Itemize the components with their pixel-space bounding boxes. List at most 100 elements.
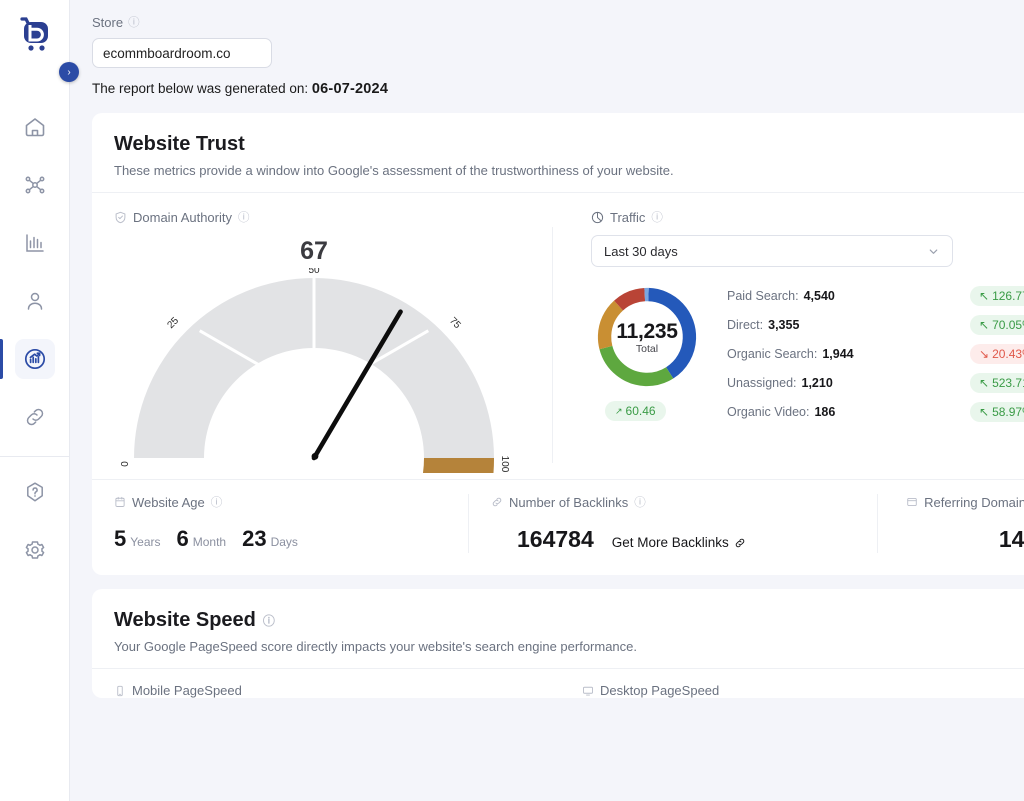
shield-check-icon xyxy=(114,211,127,224)
info-icon[interactable]: ⓘ xyxy=(211,494,223,510)
referring-domains-label-text: Referring Domains xyxy=(924,494,1024,510)
traffic-body: 11,235 Total ↗ 60.46 Paid Search: 4,540 … xyxy=(591,281,1024,426)
sidebar-item-network[interactable] xyxy=(0,156,69,214)
referring-domains-cell: Referring Domains ⓘ 1467 xyxy=(878,494,1024,553)
backlinks-values: 164784 Get More Backlinks xyxy=(491,526,855,553)
website-age-years-unit: Years xyxy=(130,535,161,549)
report-generated-line: The report below was generated on: 06-07… xyxy=(92,81,1024,97)
get-more-backlinks-link[interactable]: Get More Backlinks xyxy=(612,535,746,550)
domain-authority-value: 67 xyxy=(300,237,328,265)
backlinks-label: Number of Backlinks ⓘ xyxy=(491,494,855,510)
traffic-panel: Traffic ⓘ Last 30 days 11,235 Total ↗ 60… xyxy=(563,209,1024,473)
website-age-years: 5 xyxy=(114,526,127,551)
get-more-backlinks-label: Get More Backlinks xyxy=(611,535,729,550)
arrow-up-icon: ↖ xyxy=(979,404,990,419)
list-item: Unassigned: 1,210 ↖ 523.71% xyxy=(727,368,1024,397)
traffic-total-label: Total xyxy=(635,342,659,355)
trust-body: Domain Authority ⓘ 67 0 25 50 75 100 Tra… xyxy=(92,193,1024,479)
info-icon[interactable]: ⓘ xyxy=(238,209,250,225)
traffic-row-name: Unassigned: xyxy=(727,375,797,390)
traffic-row-name: Paid Search: xyxy=(727,288,799,303)
analytics-circle-icon xyxy=(14,339,55,379)
traffic-row-badge-wrap: ↘ 20.43% xyxy=(970,343,1024,364)
traffic-rows: Paid Search: 4,540 ↖ 126.77% xyxy=(719,281,1024,426)
website-age-values: 5 Years 6 Month 23 Days xyxy=(114,526,446,552)
list-item: Paid Search: 4,540 ↖ 126.77% xyxy=(727,281,1024,310)
traffic-label-text: Traffic xyxy=(610,209,646,225)
website-age-cell: Website Age ⓘ 5 Years 6 Month 23 Days xyxy=(92,494,468,553)
calendar-icon xyxy=(114,496,126,508)
report-generated-prefix: The report below was generated on: xyxy=(92,81,309,96)
store-label: Store ⓘ xyxy=(92,14,1024,30)
mobile-pagespeed-col: Mobile PageSpeed xyxy=(114,683,582,698)
sidebar-item-settings[interactable] xyxy=(0,521,69,579)
traffic-row-value: 4,540 xyxy=(803,288,835,303)
link-icon xyxy=(15,397,55,437)
website-speed-columns: Mobile PageSpeed Desktop PageSpeed xyxy=(92,669,1024,698)
link-icon xyxy=(734,537,746,549)
svg-text:100: 100 xyxy=(499,456,510,473)
website-speed-subtitle: Your Google PageSpeed score directly imp… xyxy=(114,639,638,654)
traffic-total-badge-value: 60.46 xyxy=(625,404,656,418)
chevron-down-icon xyxy=(927,245,940,258)
traffic-row-badge-wrap: ↖ 58.97% xyxy=(970,401,1024,422)
traffic-row-value: 3,355 xyxy=(768,317,800,332)
traffic-donut-center: 11,235 Total xyxy=(591,281,703,393)
info-icon[interactable]: ⓘ xyxy=(651,209,663,225)
info-icon[interactable]: ⓘ xyxy=(263,612,275,629)
status-badge: ↖ 58.97% xyxy=(970,401,1024,422)
sidebar-item-backlinks[interactable] xyxy=(0,388,69,446)
app-logo[interactable] xyxy=(12,12,58,58)
traffic-row-change: 58.97% xyxy=(992,404,1024,419)
traffic-row-badge-wrap: ↖ 523.71% xyxy=(970,372,1024,393)
backlinks-cell: Number of Backlinks ⓘ 164784 Get More Ba… xyxy=(468,494,878,553)
website-trust-subtitle: These metrics provide a window into Goog… xyxy=(114,163,674,178)
info-icon[interactable]: ⓘ xyxy=(128,14,140,30)
website-speed-header: Website Speed ⓘ Your Google PageSpeed sc… xyxy=(92,589,1024,668)
backlinks-label-text: Number of Backlinks xyxy=(509,494,629,510)
bar-chart-icon xyxy=(15,223,55,263)
desktop-monitor-icon xyxy=(582,685,594,697)
vertical-divider xyxy=(552,227,553,463)
sidebar-item-home[interactable] xyxy=(0,98,69,156)
traffic-row-badge-wrap: ↖ 126.77% xyxy=(970,285,1024,306)
traffic-row-badge-wrap: ↖ 70.05% xyxy=(970,314,1024,335)
domain-authority-gauge: 0 25 50 75 100 xyxy=(114,268,514,473)
domain-authority-label-text: Domain Authority xyxy=(133,209,232,225)
traffic-total-value: 11,235 xyxy=(616,319,678,343)
report-generated-date: 06-07-2024 xyxy=(311,81,389,97)
traffic-row-value: 1,944 xyxy=(822,346,854,361)
link-icon xyxy=(491,496,503,508)
traffic-row-change: 70.05% xyxy=(992,317,1024,332)
sidebar-item-website-report[interactable] xyxy=(0,330,69,388)
sidebar-item-help[interactable] xyxy=(0,463,69,521)
store-input[interactable] xyxy=(92,38,272,68)
desktop-pagespeed-col: Desktop PageSpeed xyxy=(582,683,1024,698)
website-age-label-text: Website Age xyxy=(132,494,205,510)
store-label-text: Store xyxy=(92,14,124,30)
mobile-pagespeed-label: Mobile PageSpeed xyxy=(114,683,582,698)
traffic-total-badge-wrap: ↗ 60.46 xyxy=(605,401,666,421)
sidebar-collapse-button[interactable]: › xyxy=(59,62,79,82)
list-item: Direct: 3,355 ↖ 70.05% xyxy=(727,310,1024,339)
traffic-row-change: 126.77% xyxy=(992,288,1024,303)
sidebar-item-account[interactable] xyxy=(0,272,69,330)
traffic-donut-wrap: 11,235 Total ↗ 60.46 xyxy=(591,281,719,426)
website-age-months-unit: Month xyxy=(192,535,227,549)
traffic-range-select[interactable]: Last 30 days xyxy=(591,235,953,267)
info-icon[interactable]: ⓘ xyxy=(634,494,646,510)
sidebar-item-reports[interactable] xyxy=(0,214,69,272)
arrow-up-icon: ↖ xyxy=(979,317,990,332)
status-badge: ↘ 20.43% xyxy=(970,343,1024,364)
svg-text:25: 25 xyxy=(165,315,181,331)
chevron-right-icon: › xyxy=(67,66,71,78)
domain-authority-label: Domain Authority ⓘ xyxy=(114,209,552,225)
arrow-up-icon: ↖ xyxy=(979,375,990,390)
website-age-months: 6 xyxy=(176,526,189,551)
traffic-row-name: Organic Search: xyxy=(727,346,818,361)
backlinks-value: 164784 xyxy=(517,526,594,552)
website-age-days-unit: Days xyxy=(270,535,298,549)
referring-domains-label: Referring Domains ⓘ xyxy=(900,494,1024,510)
referring-domains-values: 1467 xyxy=(900,526,1024,553)
home-icon xyxy=(15,107,55,147)
